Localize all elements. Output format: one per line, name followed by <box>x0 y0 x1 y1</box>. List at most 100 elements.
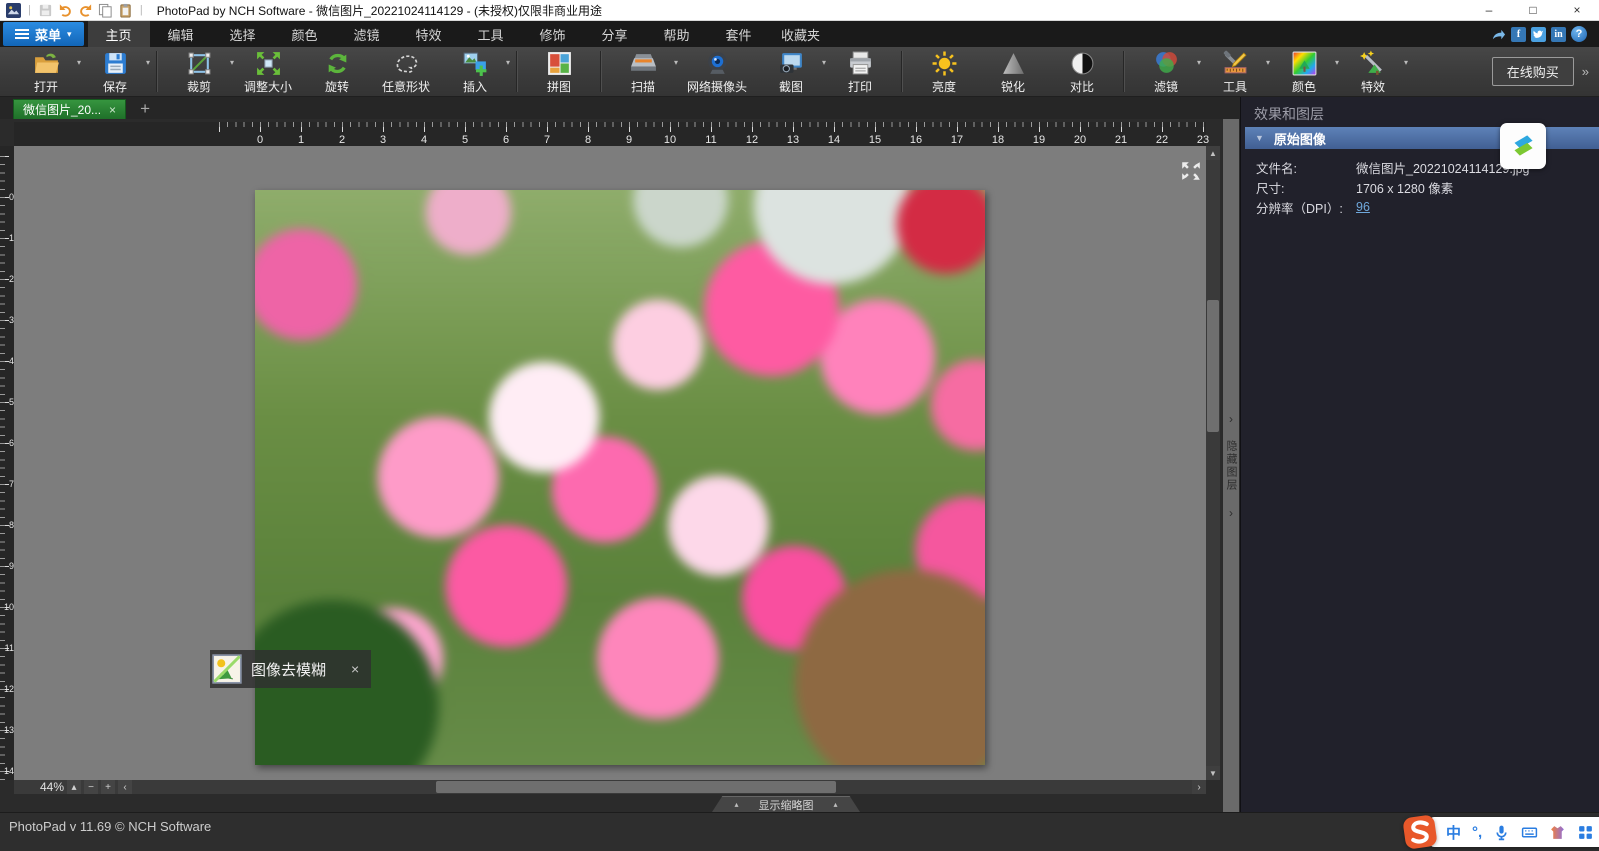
undo-icon[interactable] <box>58 3 73 18</box>
toolbar-button[interactable]: 旋转 <box>305 47 369 96</box>
chevron-down-icon[interactable]: ▾ <box>1335 58 1339 67</box>
property-value-link[interactable]: 96 <box>1356 200 1370 214</box>
toolbar-button[interactable]: ▾截图 <box>759 47 823 96</box>
menu-tab[interactable]: 套件 <box>708 21 770 47</box>
redo-icon[interactable] <box>78 3 93 18</box>
toolbar-button[interactable]: 拼图 <box>527 47 591 96</box>
menu-tab[interactable]: 主页 <box>88 21 150 47</box>
toolbar-overflow-icon[interactable]: » <box>1582 64 1589 79</box>
menu-tab[interactable]: 修饰 <box>522 21 584 47</box>
chevron-down-icon[interactable]: ▾ <box>77 58 81 67</box>
document-tab-bar: 微信图片_20...× + <box>0 97 1240 119</box>
close-button[interactable]: × <box>1555 0 1599 21</box>
scroll-up-icon[interactable]: ▲ <box>1206 146 1220 160</box>
thumbnail-toggle[interactable]: ▴ 显示缩略图 ▴ <box>712 796 860 812</box>
chevron-down-icon[interactable]: ▾ <box>506 58 510 67</box>
vertical-scroll-thumb[interactable] <box>1207 300 1219 432</box>
document-tab[interactable]: 微信图片_20...× <box>13 99 126 119</box>
toolbar-button[interactable]: ▾打开 <box>14 47 78 96</box>
toolbar-button[interactable]: 调整大小 <box>236 47 300 96</box>
vertical-scrollbar[interactable]: ▲ ▼ <box>1206 146 1220 780</box>
skin-icon[interactable] <box>1549 824 1566 841</box>
zoom-presets-icon[interactable]: ▴ <box>67 780 81 794</box>
ruler-number: 14 <box>4 766 14 776</box>
sogou-logo-icon[interactable] <box>1402 814 1438 850</box>
floating-app-logo <box>1500 123 1546 169</box>
copy-icon[interactable] <box>98 3 113 18</box>
menu-tab[interactable]: 选择 <box>212 21 274 47</box>
toolbar-button[interactable]: ▾工具 <box>1203 47 1267 96</box>
printer-icon <box>847 50 874 77</box>
notification-close-icon[interactable]: × <box>351 661 359 677</box>
scroll-down-icon[interactable]: ▼ <box>1206 766 1220 780</box>
scroll-right-icon[interactable]: › <box>1192 780 1206 794</box>
help-icon[interactable]: ? <box>1571 26 1587 42</box>
canvas-viewport[interactable]: 图像去模糊 × <box>14 146 1206 780</box>
ruler-number: 2 <box>339 134 345 146</box>
toolbar-button[interactable]: ▾滤镜 <box>1134 47 1198 96</box>
menu-tab[interactable]: 编辑 <box>150 21 212 47</box>
chevron-down-icon[interactable]: ▾ <box>146 58 150 67</box>
menu-tab[interactable]: 收藏夹 <box>770 21 832 47</box>
deblur-notification: 图像去模糊 × <box>210 650 371 688</box>
ribbon-toolbar: ▾打开▾保存 ▾裁剪调整大小旋转任意形状▾插入拼图 ▾扫描网络摄像头▾截图打印亮度锐… <box>0 47 1599 97</box>
microphone-icon[interactable] <box>1493 824 1510 841</box>
menu-tab[interactable]: 工具 <box>460 21 522 47</box>
horizontal-scrollbar[interactable] <box>136 780 1192 794</box>
zoom-out-button[interactable]: − <box>84 780 98 794</box>
toolbar-button-label: 颜色 <box>1292 78 1316 95</box>
toolbar-button[interactable]: ▾特效 <box>1341 47 1405 96</box>
menu-tab[interactable]: 帮助 <box>646 21 708 47</box>
twitter-icon[interactable] <box>1531 27 1546 42</box>
toolbar-button[interactable]: ▾裁剪 <box>167 47 231 96</box>
notification-label[interactable]: 图像去模糊 <box>251 659 326 680</box>
menu-button[interactable]: 菜单 ▾ <box>3 22 84 46</box>
ruler-number: 18 <box>992 134 1004 146</box>
ime-toolbar: 中 °, <box>1402 814 1599 850</box>
zoom-in-button[interactable]: + <box>101 780 115 794</box>
ime-mode-chinese[interactable]: 中 <box>1446 822 1461 843</box>
toolbar-button[interactable]: 网络摄像头 <box>680 47 754 96</box>
toolbar-button[interactable]: 锐化 <box>981 47 1045 96</box>
save-quick-icon[interactable] <box>38 3 53 18</box>
toolbar-button[interactable]: 打印 <box>828 47 892 96</box>
ruler-number: 15 <box>869 134 881 146</box>
menu-tab[interactable]: 特效 <box>398 21 460 47</box>
maximize-button[interactable]: □ <box>1511 0 1555 21</box>
scroll-left-icon[interactable]: ‹ <box>118 780 132 794</box>
new-tab-button[interactable]: + <box>132 99 158 119</box>
menu-tab[interactable]: 颜色 <box>274 21 336 47</box>
toolbar-button[interactable]: 亮度 <box>912 47 976 96</box>
horizontal-scroll-thumb[interactable] <box>436 781 836 793</box>
keyboard-icon[interactable] <box>1521 824 1538 841</box>
chevron-down-icon[interactable]: ▾ <box>1197 58 1201 67</box>
ime-punctuation[interactable]: °, <box>1472 824 1482 841</box>
fullscreen-icon[interactable] <box>1180 160 1202 182</box>
chevron-down-icon[interactable]: ▾ <box>1404 58 1408 67</box>
toolbar-button[interactable]: 任意形状 <box>374 47 438 96</box>
divider: | <box>28 4 31 16</box>
menu-tab[interactable]: 滤镜 <box>336 21 398 47</box>
paste-icon[interactable] <box>118 3 133 18</box>
linkedin-icon[interactable]: in <box>1551 27 1566 42</box>
menu-tab[interactable]: 分享 <box>584 21 646 47</box>
tab-close-icon[interactable]: × <box>109 103 116 117</box>
toolbar-button[interactable]: ▾ 颜色 <box>1272 47 1336 96</box>
chevron-down-icon[interactable]: ▾ <box>822 58 826 67</box>
chevron-down-icon[interactable]: ▾ <box>230 58 234 67</box>
layers-collapse-handle[interactable]: › 隐藏图层 › <box>1222 119 1240 812</box>
toolbar-button[interactable]: 对比 <box>1050 47 1114 96</box>
zoom-level[interactable]: 44% <box>40 780 64 794</box>
buy-online-button[interactable]: 在线购买 <box>1492 57 1574 86</box>
share-icon[interactable] <box>1491 27 1506 42</box>
facebook-icon[interactable]: f <box>1511 27 1526 42</box>
minimize-button[interactable]: – <box>1467 0 1511 21</box>
toolbox-grid-icon[interactable] <box>1577 824 1594 841</box>
toolbar-button[interactable]: ▾保存 <box>83 47 147 96</box>
chevron-down-icon[interactable]: ▾ <box>674 58 678 67</box>
collapse-chevron-icon: › <box>1229 506 1233 520</box>
toolbar-button[interactable]: ▾插入 <box>443 47 507 96</box>
toolbar-items: ▾打开▾保存 ▾裁剪调整大小旋转任意形状▾插入拼图 ▾扫描网络摄像头▾截图打印亮度锐… <box>0 47 1405 96</box>
chevron-down-icon[interactable]: ▾ <box>1266 58 1270 67</box>
toolbar-button[interactable]: ▾扫描 <box>611 47 675 96</box>
